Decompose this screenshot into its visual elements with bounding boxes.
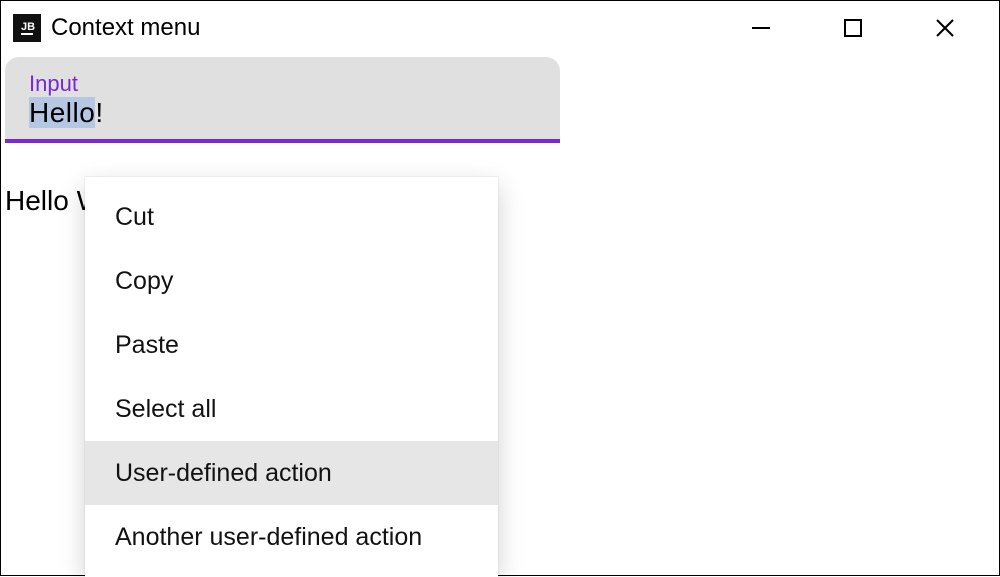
titlebar[interactable]: JB Context menu — [1, 1, 999, 55]
menu-item-label: Another user-defined action — [115, 523, 422, 552]
menu-item-label: Paste — [115, 331, 179, 360]
svg-text:JB: JB — [21, 21, 35, 33]
menu-item-select-all[interactable]: Select all — [85, 377, 498, 441]
window-title: Context menu — [51, 14, 200, 42]
client-area: Input Hello! Hello W Cut Copy Paste Sele… — [1, 57, 999, 217]
input-selection: Hello — [29, 97, 95, 128]
maximize-icon — [843, 18, 863, 38]
context-menu[interactable]: Cut Copy Paste Select all User-defined a… — [85, 177, 498, 577]
text-input-field[interactable]: Input Hello! — [5, 57, 560, 143]
app-icon: JB — [13, 14, 41, 42]
window-controls — [715, 1, 991, 55]
window-frame: JB Context menu — [0, 0, 1000, 576]
menu-item-label: Select all — [115, 395, 216, 424]
menu-item-label: Cut — [115, 203, 154, 232]
input-label: Input — [29, 71, 536, 97]
menu-item-paste[interactable]: Paste — [85, 313, 498, 377]
menu-item-cut[interactable]: Cut — [85, 185, 498, 249]
menu-item-label: User-defined action — [115, 459, 332, 488]
close-button[interactable] — [899, 1, 991, 55]
input-unselected: ! — [95, 97, 103, 128]
minimize-button[interactable] — [715, 1, 807, 55]
menu-item-label: Copy — [115, 267, 173, 296]
close-icon — [934, 17, 956, 39]
minimize-icon — [750, 17, 772, 39]
menu-item-another-user-defined-action[interactable]: Another user-defined action — [85, 505, 498, 569]
maximize-button[interactable] — [807, 1, 899, 55]
menu-item-user-defined-action[interactable]: User-defined action — [85, 441, 498, 505]
menu-item-copy[interactable]: Copy — [85, 249, 498, 313]
input-value: Hello! — [29, 97, 104, 128]
